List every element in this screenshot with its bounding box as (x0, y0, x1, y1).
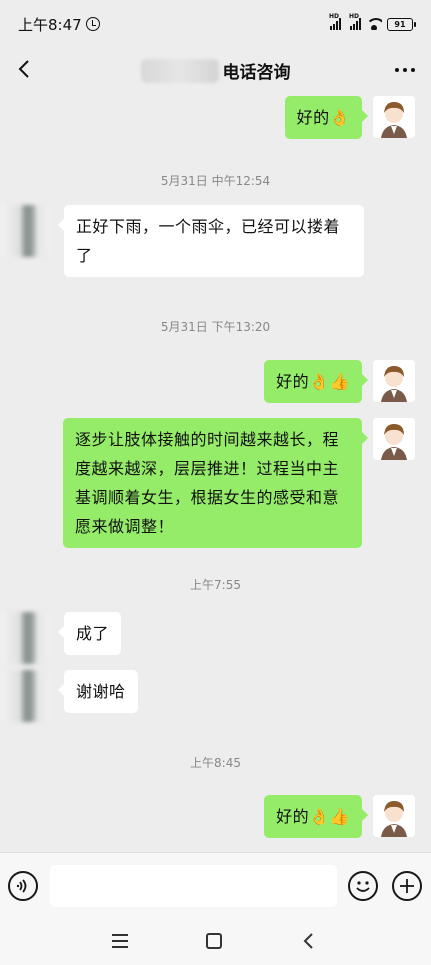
voice-icon[interactable] (8, 871, 38, 901)
my-message-bubble[interactable]: 好的👌👍 (264, 795, 368, 838)
contact-message-bubble[interactable]: 谢谢哈 (58, 670, 138, 713)
page-title: 电话咨询 (222, 63, 291, 83)
message-row: 好的👌👍 (264, 360, 415, 403)
back-icon[interactable] (300, 932, 318, 950)
my-message-bubble[interactable]: 好的👌 (284, 96, 369, 139)
contact-avatar[interactable] (0, 612, 50, 664)
wifi-icon (366, 18, 382, 30)
timestamp: 5月31日 中午12:54 (160, 174, 271, 188)
status-time: 上午8:47 (18, 15, 82, 34)
my-avatar[interactable] (373, 360, 415, 402)
my-message-bubble[interactable]: 好的👌👍 (264, 360, 368, 403)
signal-icon: HD (349, 13, 361, 30)
contact-message-bubble[interactable]: 成了 (57, 612, 122, 655)
more-dots-icon[interactable] (395, 68, 415, 72)
contact-avatar[interactable] (0, 670, 50, 722)
battery-indicator: 91 (387, 17, 416, 31)
chat-history[interactable]: 好的👌 5月31日 中午12:54 正好下雨，一个雨伞，已经可以搂着了 5月31… (0, 92, 431, 852)
my-avatar[interactable] (373, 418, 415, 460)
system-nav-bar (0, 918, 431, 965)
my-avatar[interactable] (373, 96, 415, 138)
timestamp: 5月31日 下午13:20 (160, 320, 271, 334)
menu-icon[interactable] (112, 934, 128, 948)
signal-icon: HD (329, 13, 341, 30)
smile-icon[interactable] (348, 871, 378, 901)
home-icon[interactable] (206, 933, 222, 949)
status-bar: 上午8:47 HD HD 91 (0, 0, 431, 48)
message-row: 正好下雨，一个雨伞，已经可以搂着了 (0, 205, 364, 277)
message-row: 好的👌 (284, 96, 415, 139)
message-row: 逐步让肢体接触的时间越来越长，程度越来越深，层层推进！过程当中主基调顺着女生，根… (63, 418, 415, 548)
message-row: 谢谢哈 (0, 670, 138, 722)
chat-title: 电话咨询 (0, 58, 431, 83)
input-bar (0, 852, 431, 918)
my-message-bubble[interactable]: 逐步让肢体接触的时间越来越长，程度越来越深，层层推进！过程当中主基调顺着女生，根… (63, 418, 368, 548)
chat-header: 电话咨询 (0, 48, 431, 92)
contact-message-bubble[interactable]: 正好下雨，一个雨伞，已经可以搂着了 (58, 205, 364, 277)
contact-avatar[interactable] (0, 205, 50, 257)
blurred-contact-name (140, 58, 219, 83)
my-avatar[interactable] (373, 795, 415, 837)
alarm-clock-icon (85, 17, 100, 31)
message-row: 好的👌👍 (264, 795, 415, 838)
message-input[interactable] (50, 865, 337, 907)
timestamp: 上午8:45 (190, 756, 241, 770)
plus-icon[interactable] (392, 871, 422, 901)
message-row: 成了 (0, 612, 122, 664)
timestamp: 上午7:55 (190, 578, 241, 592)
